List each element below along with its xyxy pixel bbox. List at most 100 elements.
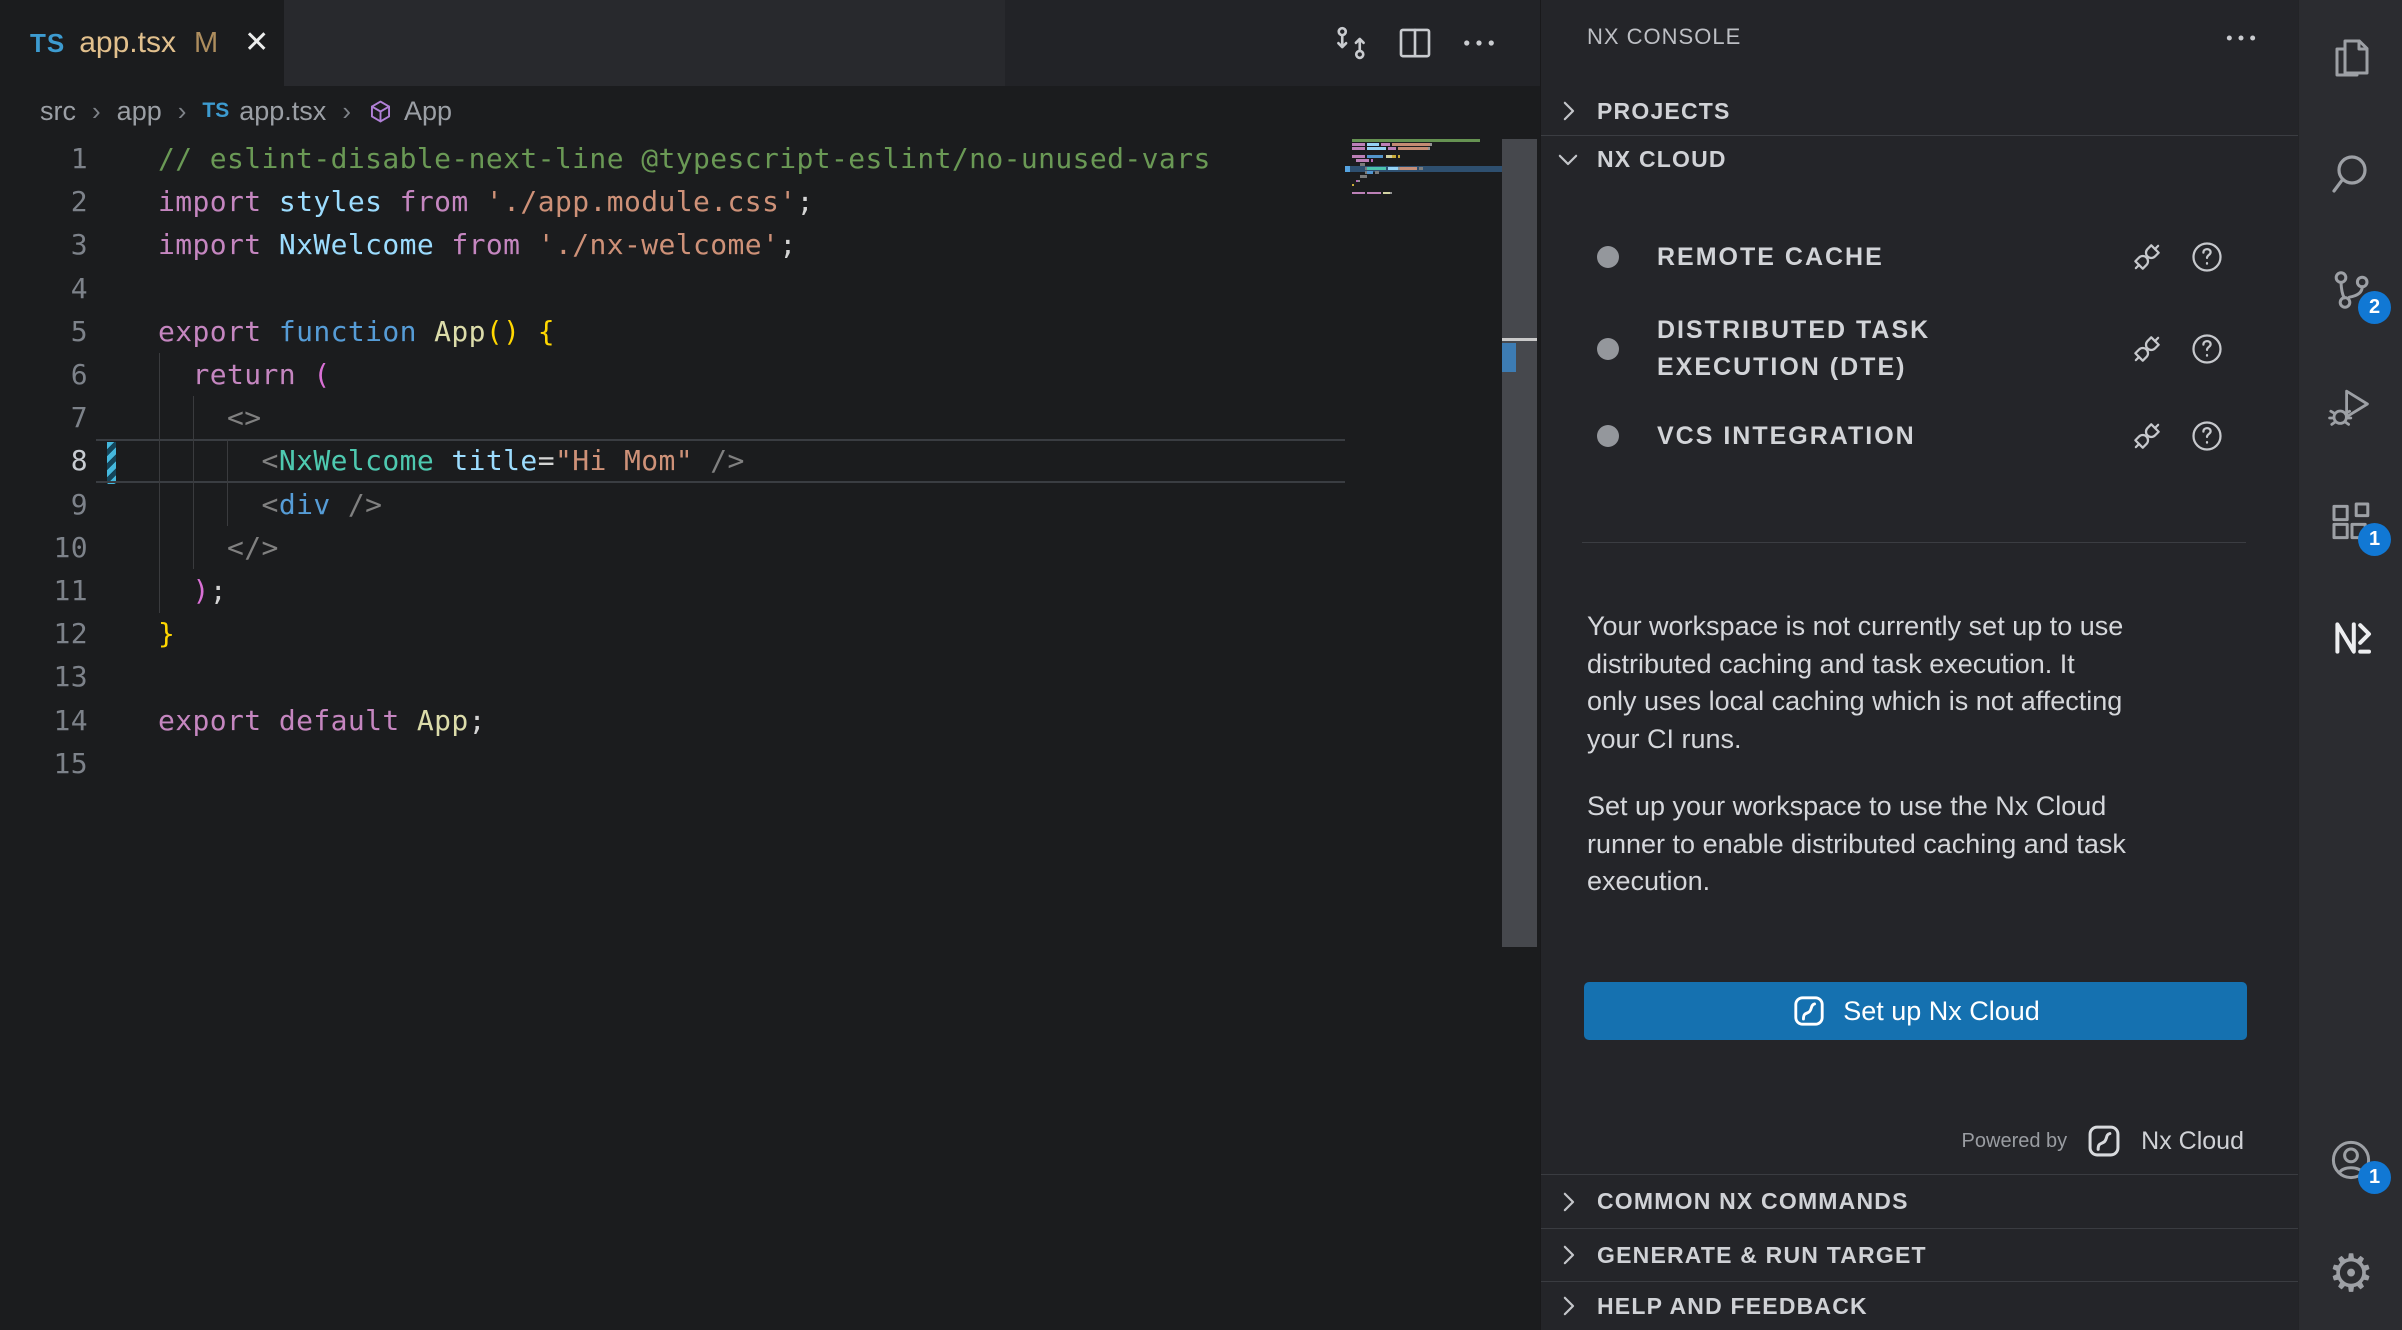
feature-label: VCS INTEGRATION [1657, 418, 1916, 455]
code-line-text: <NxWelcome title="Hi Mom" /> [158, 444, 745, 477]
code-line-2[interactable]: 2import styles from './app.module.css'; [0, 180, 1345, 223]
activitybar-source-control-icon[interactable]: 2 [2327, 266, 2375, 314]
code-line-text: // eslint-disable-next-line @typescript-… [158, 142, 1211, 175]
chevron-down-icon [1553, 144, 1583, 174]
code-line-text: import NxWelcome from './nx-welcome'; [158, 228, 797, 261]
activitybar-nx-console-icon[interactable] [2327, 614, 2375, 662]
code-line-10[interactable]: 10 </> [0, 526, 1345, 569]
code-line-11[interactable]: 11 ); [0, 569, 1345, 612]
code-line-15[interactable]: 15 [0, 742, 1345, 785]
activitybar-explorer-icon[interactable] [2327, 34, 2375, 82]
code-line-1[interactable]: 1// eslint-disable-next-line @typescript… [0, 137, 1345, 180]
breadcrumb: src › app › TS app.tsx › App [0, 86, 1540, 136]
activitybar-extensions-icon[interactable]: 1 [2327, 498, 2375, 546]
minimap-line [1352, 159, 1373, 162]
breadcrumb-separator: › [92, 96, 101, 127]
more-actions-icon[interactable] [1458, 22, 1500, 64]
code-line-text: return ( [158, 358, 331, 391]
code-line-text: ); [158, 574, 227, 607]
minimap-line [1352, 184, 1354, 187]
section-generate-run-target[interactable]: GENERATE & RUN TARGET [1541, 1228, 2299, 1281]
tab-close-icon[interactable]: ✕ [244, 28, 269, 58]
minimap-line [1352, 163, 1365, 166]
section-common-nx-commands[interactable]: COMMON NX COMMANDS [1541, 1174, 2299, 1228]
section-projects[interactable]: PROJECTS [1541, 88, 2299, 134]
breadcrumb-app[interactable]: app [117, 96, 162, 127]
panel-more-actions-icon[interactable] [2221, 18, 2261, 58]
setup-button-label: Set up Nx Cloud [1843, 996, 2040, 1027]
badge: 1 [2358, 523, 2391, 556]
code-line-14[interactable]: 14export default App; [0, 698, 1345, 741]
chevron-right-icon [1553, 1240, 1583, 1270]
tab-filename: app.tsx [79, 26, 176, 60]
code-line-text: } [158, 617, 175, 650]
indent-guide [193, 396, 194, 569]
code-line-7[interactable]: 7 <> [0, 396, 1345, 439]
activitybar-run-and-debug-icon[interactable] [2327, 382, 2375, 430]
connect-icon[interactable] [2129, 239, 2165, 275]
line-number: 11 [0, 574, 88, 607]
panel-title: NX CONSOLE [1587, 24, 1741, 50]
code-line-3[interactable]: 3 import NxWelcome from './nx-welcome'; [0, 223, 1345, 266]
code-line-9[interactable]: 9 <div /> [0, 483, 1345, 526]
line-number: 12 [0, 617, 88, 650]
badge: 2 [2358, 291, 2391, 324]
editor-scrollbar[interactable] [1502, 139, 1537, 947]
line-number: 3 [0, 228, 88, 261]
section-nx-cloud[interactable]: NX CLOUD [1541, 136, 2299, 182]
activitybar-search-icon[interactable] [2327, 150, 2375, 198]
line-number: 15 [0, 747, 88, 780]
code-line-6[interactable]: 6 return ( [0, 353, 1345, 396]
gutter-modified-indicator [107, 442, 116, 484]
help-icon[interactable] [2189, 331, 2225, 367]
chevron-right-icon [1553, 96, 1583, 126]
code-line-text: </> [158, 531, 279, 564]
status-dot [1597, 246, 1619, 268]
code-line-4[interactable]: 4 [0, 267, 1345, 310]
open-changes-icon[interactable] [1330, 22, 1372, 64]
tab-app-tsx[interactable]: TS app.tsx M ✕ [0, 0, 284, 86]
connect-icon[interactable] [2129, 418, 2165, 454]
split-editor-icon[interactable] [1394, 22, 1436, 64]
status-dot [1597, 338, 1619, 360]
activitybar-accounts-icon[interactable]: 1 [2327, 1136, 2375, 1184]
feature-label: REMOTE CACHE [1657, 239, 1884, 276]
chevron-right-icon [1553, 1187, 1583, 1217]
minimap[interactable] [1345, 139, 1502, 259]
breadcrumb-file[interactable]: TS app.tsx [202, 96, 326, 127]
code-line-text: import styles from './app.module.css'; [158, 185, 814, 218]
setup-nx-cloud-button[interactable]: Set up Nx Cloud [1584, 982, 2247, 1040]
line-number: 4 [0, 272, 88, 305]
activitybar-settings-icon[interactable]: ⚙ [2327, 1250, 2375, 1298]
nx-cloud-icon [1791, 993, 1827, 1029]
code-line-13[interactable]: 13 [0, 655, 1345, 698]
connect-icon[interactable] [2129, 331, 2165, 367]
git-modified-badge: M [194, 27, 218, 60]
code-line-text: <div /> [158, 488, 382, 521]
line-number: 13 [0, 660, 88, 693]
minimap-current-line-marker [1345, 166, 1350, 172]
breadcrumb-src[interactable]: src [40, 96, 76, 127]
editor-pane: TS app.tsx M ✕ src › app › TS app.tsx › [0, 0, 1540, 1330]
editor-actions [1330, 22, 1500, 64]
workspace-status-text: Your workspace is not currently set up t… [1587, 608, 2257, 758]
help-icon[interactable] [2189, 418, 2225, 454]
code-line-12[interactable]: 12} [0, 612, 1345, 655]
section-help-and-feedback[interactable]: HELP AND FEEDBACK [1541, 1281, 2299, 1330]
nx-cloud-icon [2085, 1122, 2123, 1160]
minimap-line [1352, 171, 1379, 174]
section-label: HELP AND FEEDBACK [1597, 1293, 1868, 1320]
line-number: 7 [0, 401, 88, 434]
help-icon[interactable] [2189, 239, 2225, 275]
code-line-text: export default App; [158, 704, 486, 737]
breadcrumb-symbol-app[interactable]: App [367, 96, 452, 127]
powered-by-brand: Nx Cloud [2141, 1127, 2244, 1156]
code-line-8[interactable]: 8 <NxWelcome title="Hi Mom" /> [0, 439, 1345, 482]
line-number: 5 [0, 315, 88, 348]
minimap-line [1352, 143, 1432, 146]
indent-guide [227, 439, 228, 526]
code-line-5[interactable]: 5export function App() { [0, 310, 1345, 353]
overview-ruler-cursor-mark [1502, 338, 1537, 341]
vscode-window: TS app.tsx M ✕ src › app › TS app.tsx › [0, 0, 2402, 1330]
code-editor[interactable]: 1// eslint-disable-next-line @typescript… [0, 137, 1345, 785]
